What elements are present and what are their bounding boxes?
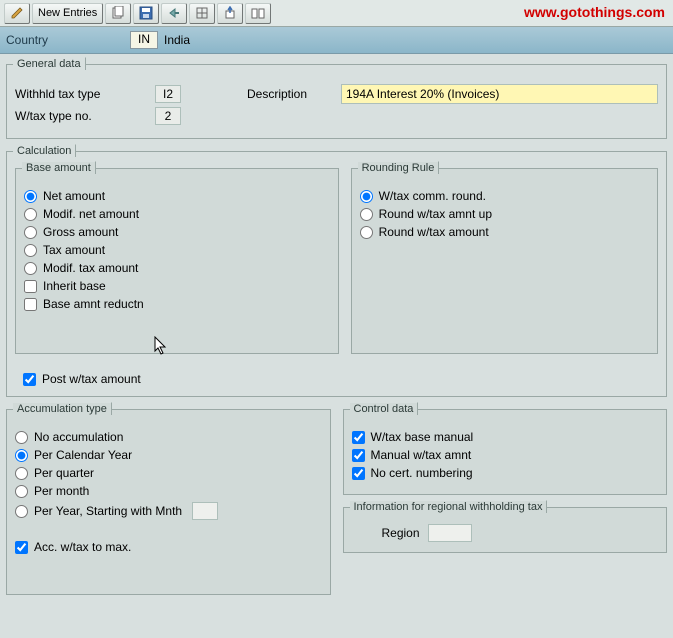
accum-none-label: No accumulation — [34, 430, 123, 444]
watermark-text: www.gotothings.com — [524, 4, 665, 20]
manual-wtax-check[interactable]: Manual w/tax amnt — [352, 448, 659, 462]
rounding-rule-group: Rounding Rule W/tax comm. round. Round w… — [351, 168, 658, 354]
save-button[interactable] — [133, 3, 159, 24]
toggle-edit-button[interactable] — [4, 3, 30, 24]
withhld-tax-type-field[interactable]: I2 — [155, 85, 181, 103]
no-cert-label: No cert. numbering — [371, 466, 473, 480]
base-net-amount-label: Net amount — [43, 189, 105, 203]
calculation-group: Calculation Base amount Net amount Modif… — [6, 151, 667, 397]
base-tax-radio[interactable]: Tax amount — [24, 243, 330, 257]
accum-year-mnth-label: Per Year, Starting with Mnth — [34, 504, 182, 518]
round-amount-radio[interactable]: Round w/tax amount — [360, 225, 649, 239]
accum-month-label: Per month — [34, 484, 89, 498]
control-data-group: Control data W/tax base manual Manual w/… — [343, 409, 668, 495]
wtax-base-manual-label: W/tax base manual — [371, 430, 474, 444]
round-amount-input[interactable] — [360, 226, 373, 239]
accum-none-radio[interactable]: No accumulation — [15, 430, 322, 444]
base-net-amount-radio[interactable]: Net amount — [24, 189, 330, 203]
accumulation-legend: Accumulation type — [13, 402, 112, 415]
no-cert-check[interactable]: No cert. numbering — [352, 466, 659, 480]
accum-calendar-label: Per Calendar Year — [34, 448, 132, 462]
round-comm-radio[interactable]: W/tax comm. round. — [360, 189, 649, 203]
base-amount-group: Base amount Net amount Modif. net amount… — [15, 168, 339, 354]
base-gross-label: Gross amount — [43, 225, 118, 239]
inherit-base-label: Inherit base — [43, 279, 106, 293]
country-bar: Country IN India — [0, 27, 673, 54]
accum-quarter-input[interactable] — [15, 467, 28, 480]
delimit-button[interactable] — [189, 3, 215, 24]
app-toolbar: New Entries www.gotothings.com — [0, 0, 673, 27]
region-field[interactable] — [428, 524, 472, 542]
base-reductn-check[interactable]: Base amnt reductn — [24, 297, 330, 311]
base-modif-tax-radio[interactable]: Modif. tax amount — [24, 261, 330, 275]
post-wtax-label: Post w/tax amount — [42, 372, 141, 386]
withhld-tax-type-label: Withhld tax type — [15, 87, 149, 101]
starting-month-field[interactable] — [192, 502, 218, 520]
base-modif-net-input[interactable] — [24, 208, 37, 221]
base-modif-tax-label: Modif. tax amount — [43, 261, 138, 275]
copy-button[interactable] — [105, 3, 131, 24]
manual-wtax-input[interactable] — [352, 449, 365, 462]
round-comm-label: W/tax comm. round. — [379, 189, 486, 203]
wtax-base-manual-check[interactable]: W/tax base manual — [352, 430, 659, 444]
description-field[interactable]: 194A Interest 20% (Invoices) — [341, 84, 658, 104]
round-up-label: Round w/tax amnt up — [379, 207, 492, 221]
accum-none-input[interactable] — [15, 431, 28, 444]
country-code-field[interactable]: IN — [130, 31, 158, 49]
acc-max-check[interactable]: Acc. w/tax to max. — [15, 540, 322, 554]
wtax-base-manual-input[interactable] — [352, 431, 365, 444]
rounding-rule-legend: Rounding Rule — [358, 161, 440, 174]
wtax-type-no-field[interactable]: 2 — [155, 107, 181, 125]
base-modif-net-label: Modif. net amount — [43, 207, 139, 221]
post-wtax-check[interactable]: Post w/tax amount — [23, 372, 658, 386]
base-tax-input[interactable] — [24, 244, 37, 257]
general-data-legend: General data — [13, 57, 86, 70]
round-up-radio[interactable]: Round w/tax amnt up — [360, 207, 649, 221]
base-modif-tax-input[interactable] — [24, 262, 37, 275]
accumulation-group: Accumulation type No accumulation Per Ca… — [6, 409, 331, 595]
round-amount-label: Round w/tax amount — [379, 225, 489, 239]
regional-group: Information for regional withholding tax… — [343, 507, 668, 553]
base-modif-net-radio[interactable]: Modif. net amount — [24, 207, 330, 221]
no-cert-input[interactable] — [352, 467, 365, 480]
acc-max-input[interactable] — [15, 541, 28, 554]
base-net-amount-input[interactable] — [24, 190, 37, 203]
accum-calendar-radio[interactable]: Per Calendar Year — [15, 448, 322, 462]
accum-year-mnth-radio[interactable]: Per Year, Starting with Mnth — [15, 502, 322, 520]
regional-legend: Information for regional withholding tax — [350, 500, 548, 513]
inherit-base-input[interactable] — [24, 280, 37, 293]
accum-quarter-radio[interactable]: Per quarter — [15, 466, 322, 480]
round-up-input[interactable] — [360, 208, 373, 221]
base-amount-legend: Base amount — [22, 161, 96, 174]
description-label: Description — [247, 87, 335, 101]
undo-button[interactable] — [161, 3, 187, 24]
base-tax-label: Tax amount — [43, 243, 105, 257]
base-reductn-label: Base amnt reductn — [43, 297, 144, 311]
country-name: India — [164, 33, 190, 47]
general-data-group: General data Withhld tax type I2 Descrip… — [6, 64, 667, 139]
round-comm-input[interactable] — [360, 190, 373, 203]
region-label: Region — [382, 526, 420, 540]
calculation-legend: Calculation — [13, 144, 76, 157]
manual-wtax-label: Manual w/tax amnt — [371, 448, 472, 462]
variant-button[interactable] — [245, 3, 271, 24]
base-gross-radio[interactable]: Gross amount — [24, 225, 330, 239]
new-entries-button[interactable]: New Entries — [32, 3, 103, 24]
base-gross-input[interactable] — [24, 226, 37, 239]
export-button[interactable] — [217, 3, 243, 24]
base-reductn-input[interactable] — [24, 298, 37, 311]
accum-calendar-input[interactable] — [15, 449, 28, 462]
post-wtax-input[interactable] — [23, 373, 36, 386]
inherit-base-check[interactable]: Inherit base — [24, 279, 330, 293]
accum-year-mnth-input[interactable] — [15, 505, 28, 518]
control-data-legend: Control data — [350, 402, 419, 415]
wtax-type-no-label: W/tax type no. — [15, 109, 149, 123]
accum-month-radio[interactable]: Per month — [15, 484, 322, 498]
country-label: Country — [6, 33, 124, 47]
accum-quarter-label: Per quarter — [34, 466, 94, 480]
acc-max-label: Acc. w/tax to max. — [34, 540, 131, 554]
accum-month-input[interactable] — [15, 485, 28, 498]
